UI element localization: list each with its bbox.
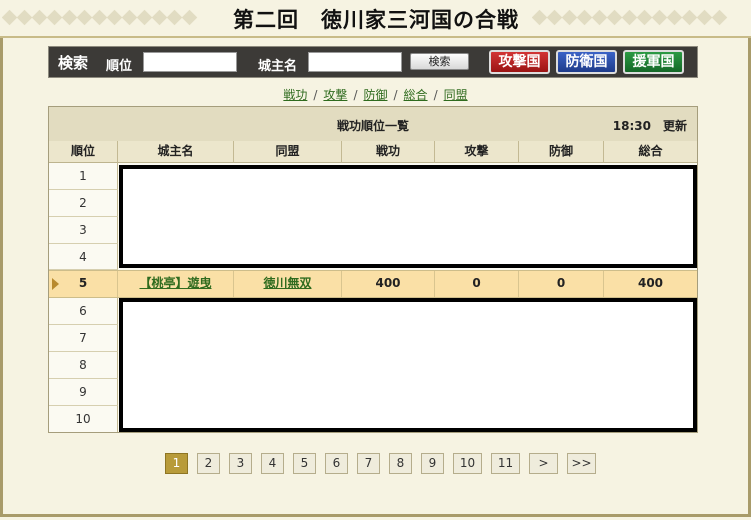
rank-cell: 8 <box>49 352 118 379</box>
redacted-rows-top <box>119 165 697 268</box>
title-band: 第二回 徳川家三河国の合戦 <box>0 0 751 38</box>
rank-cell: 6 <box>49 298 118 325</box>
highlighted-rank: 5 <box>49 271 118 297</box>
column-header-alliance: 同盟 <box>234 141 342 163</box>
current-row-arrow-icon <box>52 278 59 290</box>
column-header-lord: 城主名 <box>118 141 234 163</box>
highlighted-attack: 0 <box>435 271 519 297</box>
pagination: 1 2 3 4 5 6 7 8 9 10 11 > >> <box>0 453 751 475</box>
page-button-3[interactable]: 3 <box>229 453 252 474</box>
column-header-rank: 順位 <box>49 141 118 163</box>
page-button-5[interactable]: 5 <box>293 453 316 474</box>
title-rule <box>0 36 751 38</box>
lord-link[interactable]: 【桃亭】遊曳 <box>139 276 211 290</box>
rank-cell: 2 <box>49 190 118 217</box>
highlighted-alliance: 徳川無双 <box>234 271 342 297</box>
rank-cell: 1 <box>49 163 118 190</box>
rank-cell: 4 <box>49 244 118 270</box>
page-button-1[interactable]: 1 <box>165 453 188 474</box>
page-button-2[interactable]: 2 <box>197 453 220 474</box>
decorative-pattern-right <box>532 8 748 26</box>
search-button[interactable]: 検索 <box>410 53 469 70</box>
sort-link-attack[interactable]: 攻撃 <box>323 88 347 102</box>
last-page-button[interactable]: >> <box>567 453 596 474</box>
sort-link-total[interactable]: 総合 <box>404 88 428 102</box>
page-button-6[interactable]: 6 <box>325 453 348 474</box>
sort-link-defense[interactable]: 防御 <box>363 88 387 102</box>
decorative-pattern-left <box>2 8 220 26</box>
page-button-7[interactable]: 7 <box>357 453 380 474</box>
column-header-attack: 攻撃 <box>435 141 519 163</box>
highlighted-row: 5 【桃亭】遊曳 徳川無双 400 0 0 400 <box>49 270 697 298</box>
alliance-link[interactable]: 徳川無双 <box>263 276 311 290</box>
sort-separator: / <box>433 88 438 102</box>
highlighted-defense: 0 <box>519 271 604 297</box>
next-page-button[interactable]: > <box>529 453 558 474</box>
column-header-merit: 戦功 <box>342 141 435 163</box>
search-label: 検索 <box>58 54 89 72</box>
highlighted-lord: 【桃亭】遊曳 <box>118 271 234 297</box>
sort-separator: / <box>313 88 318 102</box>
ranking-table: 戦功順位一覧 18:30 更新 順位 城主名 同盟 戦功 攻撃 防御 総合 1 … <box>48 106 698 433</box>
rank-cell: 9 <box>49 379 118 406</box>
rank-input[interactable] <box>143 52 237 72</box>
page-button-8[interactable]: 8 <box>389 453 412 474</box>
rank-label: 順位 <box>106 59 133 74</box>
sort-separator: / <box>393 88 398 102</box>
defend-nation-button[interactable]: 防衛国 <box>556 50 617 74</box>
highlighted-total: 400 <box>637 276 664 290</box>
sort-separator: / <box>353 88 358 102</box>
table-caption: 戦功順位一覧 <box>336 119 409 133</box>
attack-nation-button[interactable]: 攻撃国 <box>489 50 550 74</box>
page-button-11[interactable]: 11 <box>491 453 520 474</box>
page-button-4[interactable]: 4 <box>261 453 284 474</box>
highlighted-merit: 400 <box>342 271 435 297</box>
rank-cell: 10 <box>49 406 118 432</box>
update-time: 18:30 更新 <box>612 119 687 133</box>
lord-name-input[interactable] <box>308 52 402 72</box>
page-button-9[interactable]: 9 <box>421 453 444 474</box>
sort-link-alliance[interactable]: 同盟 <box>444 88 468 102</box>
rank-cell: 3 <box>49 217 118 244</box>
search-bar: 検索 順位 城主名 検索 攻撃国 防衛国 援軍国 <box>48 46 698 78</box>
page-button-10[interactable]: 10 <box>453 453 482 474</box>
column-header-total: 総合 <box>604 141 697 163</box>
sort-links: 戦功 / 攻撃 / 防御 / 総合 / 同盟 <box>0 86 751 103</box>
column-header-defense: 防御 <box>519 141 604 163</box>
support-nation-button[interactable]: 援軍国 <box>623 50 684 74</box>
redacted-rows-bottom <box>119 298 697 432</box>
sort-link-merit[interactable]: 戦功 <box>283 88 307 102</box>
lord-name-label: 城主名 <box>258 59 298 74</box>
page-title: 第二回 徳川家三河国の合戦 <box>233 7 519 32</box>
table-header: 戦功順位一覧 18:30 更新 <box>49 107 697 142</box>
rank-cell: 7 <box>49 325 118 352</box>
